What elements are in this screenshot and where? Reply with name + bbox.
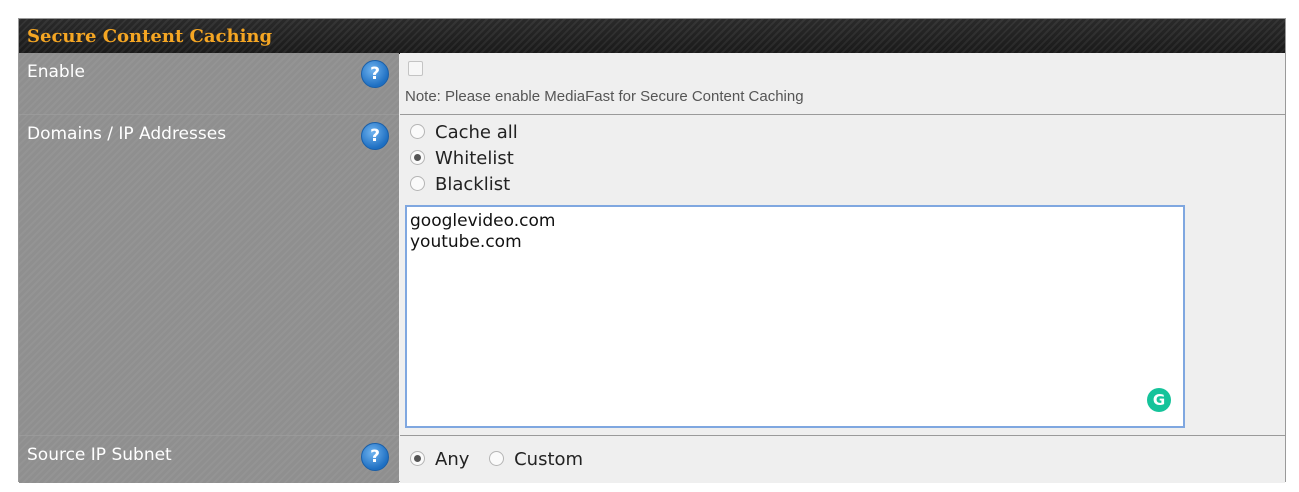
radio-option-any[interactable]: Any bbox=[410, 449, 469, 470]
domain-entry: youtube.com bbox=[410, 232, 522, 252]
section-header: Secure Content Caching bbox=[19, 19, 1285, 54]
radio-label: Any bbox=[435, 449, 470, 470]
source-ip-label: Source IP Subnet bbox=[27, 445, 172, 465]
radio-label: Blacklist bbox=[435, 174, 511, 195]
radio-option-whitelist[interactable]: Whitelist bbox=[410, 147, 514, 171]
source-ip-label-cell: Source IP Subnet ? bbox=[19, 436, 399, 483]
radio-button[interactable] bbox=[410, 450, 425, 466]
help-icon[interactable]: ? bbox=[361, 60, 389, 88]
domains-label-cell: Domains / IP Addresses ? bbox=[19, 115, 399, 436]
enable-label: Enable bbox=[27, 62, 85, 82]
help-icon[interactable]: ? bbox=[361, 122, 389, 150]
radio-option-cache-all[interactable]: Cache all bbox=[410, 121, 518, 145]
mediafast-note: Note: Please enable MediaFast for Secure… bbox=[405, 88, 804, 105]
help-icon[interactable]: ? bbox=[361, 443, 389, 471]
radio-button[interactable] bbox=[410, 123, 425, 139]
radio-option-custom[interactable]: Custom bbox=[489, 449, 583, 470]
domains-value-cell: Cache all Whitelist Blacklist googlevide… bbox=[400, 115, 1285, 436]
grammarly-icon[interactable]: G bbox=[1147, 388, 1171, 412]
radio-label: Cache all bbox=[435, 122, 518, 143]
domain-entry: googlevideo.com bbox=[410, 211, 556, 231]
radio-button[interactable] bbox=[410, 175, 425, 191]
enable-checkbox[interactable] bbox=[408, 61, 423, 76]
radio-option-blacklist[interactable]: Blacklist bbox=[410, 173, 510, 197]
enable-value-cell: Note: Please enable MediaFast for Secure… bbox=[400, 53, 1285, 115]
domains-label: Domains / IP Addresses bbox=[27, 124, 227, 144]
radio-button[interactable] bbox=[489, 450, 505, 466]
source-ip-value-cell: Any Custom bbox=[400, 436, 1285, 483]
source-ip-radio-group: Any Custom bbox=[410, 448, 597, 472]
enable-label-cell: Enable ? bbox=[19, 53, 399, 115]
radio-button[interactable] bbox=[410, 149, 425, 165]
secure-content-caching-panel: Secure Content Caching Enable ? Note: Pl… bbox=[18, 18, 1286, 483]
radio-label: Custom bbox=[514, 449, 584, 470]
section-title: Secure Content Caching bbox=[27, 26, 273, 47]
radio-label: Whitelist bbox=[435, 148, 514, 169]
domains-textarea[interactable]: googlevideo.com youtube.com G bbox=[405, 205, 1185, 428]
